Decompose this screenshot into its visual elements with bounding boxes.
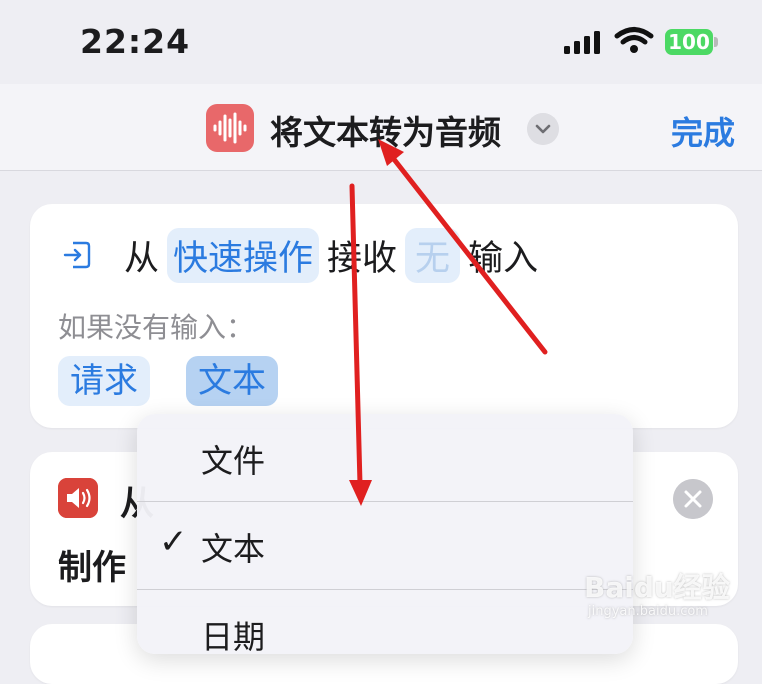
- cellular-signal-icon: [564, 31, 600, 54]
- speak-card-line2: 制作: [58, 548, 126, 588]
- input-arrow-icon: [63, 241, 91, 269]
- waveform-icon[interactable]: [206, 104, 254, 152]
- done-button[interactable]: 完成: [671, 108, 735, 154]
- baidu-watermark-url: jingyan.baidu.com: [588, 604, 708, 619]
- none-token[interactable]: 无: [405, 227, 461, 283]
- chevron-down-icon[interactable]: [527, 113, 559, 145]
- status-time: 22:24: [80, 22, 191, 61]
- menu-item-date[interactable]: 日期: [137, 590, 633, 654]
- checkmark-icon: ✓: [159, 522, 188, 562]
- text-chip[interactable]: 文本: [186, 356, 278, 406]
- menu-item-label: 日期: [201, 618, 266, 654]
- source-token[interactable]: 快速操作: [167, 227, 320, 283]
- speaker-icon: [58, 478, 98, 518]
- battery-indicator: 100: [665, 29, 713, 55]
- receive-label: 接收: [327, 238, 398, 279]
- close-icon[interactable]: [673, 479, 713, 519]
- menu-item-label: 文件: [201, 442, 266, 480]
- shortcut-title[interactable]: 将文本转为音频: [270, 106, 501, 154]
- baidu-watermark: Baidu经验: [584, 571, 730, 604]
- input-label: 输入: [468, 238, 539, 279]
- from-label: 从: [124, 238, 160, 279]
- menu-item-file[interactable]: 文件: [137, 414, 633, 501]
- menu-item-label: 文本: [201, 530, 266, 568]
- wifi-icon: [614, 27, 654, 53]
- receive-row: 从 快速操作 接收 无 输入: [62, 227, 546, 283]
- battery-tip: [714, 37, 718, 47]
- request-chip[interactable]: 请求: [58, 356, 150, 406]
- status-bar: 22:24 100: [0, 0, 762, 84]
- if-no-input-label: 如果没有输入：: [58, 311, 255, 344]
- menu-item-text[interactable]: ✓ 文本: [137, 502, 633, 589]
- type-dropdown-menu: 文件 ✓ 文本 日期: [137, 414, 633, 654]
